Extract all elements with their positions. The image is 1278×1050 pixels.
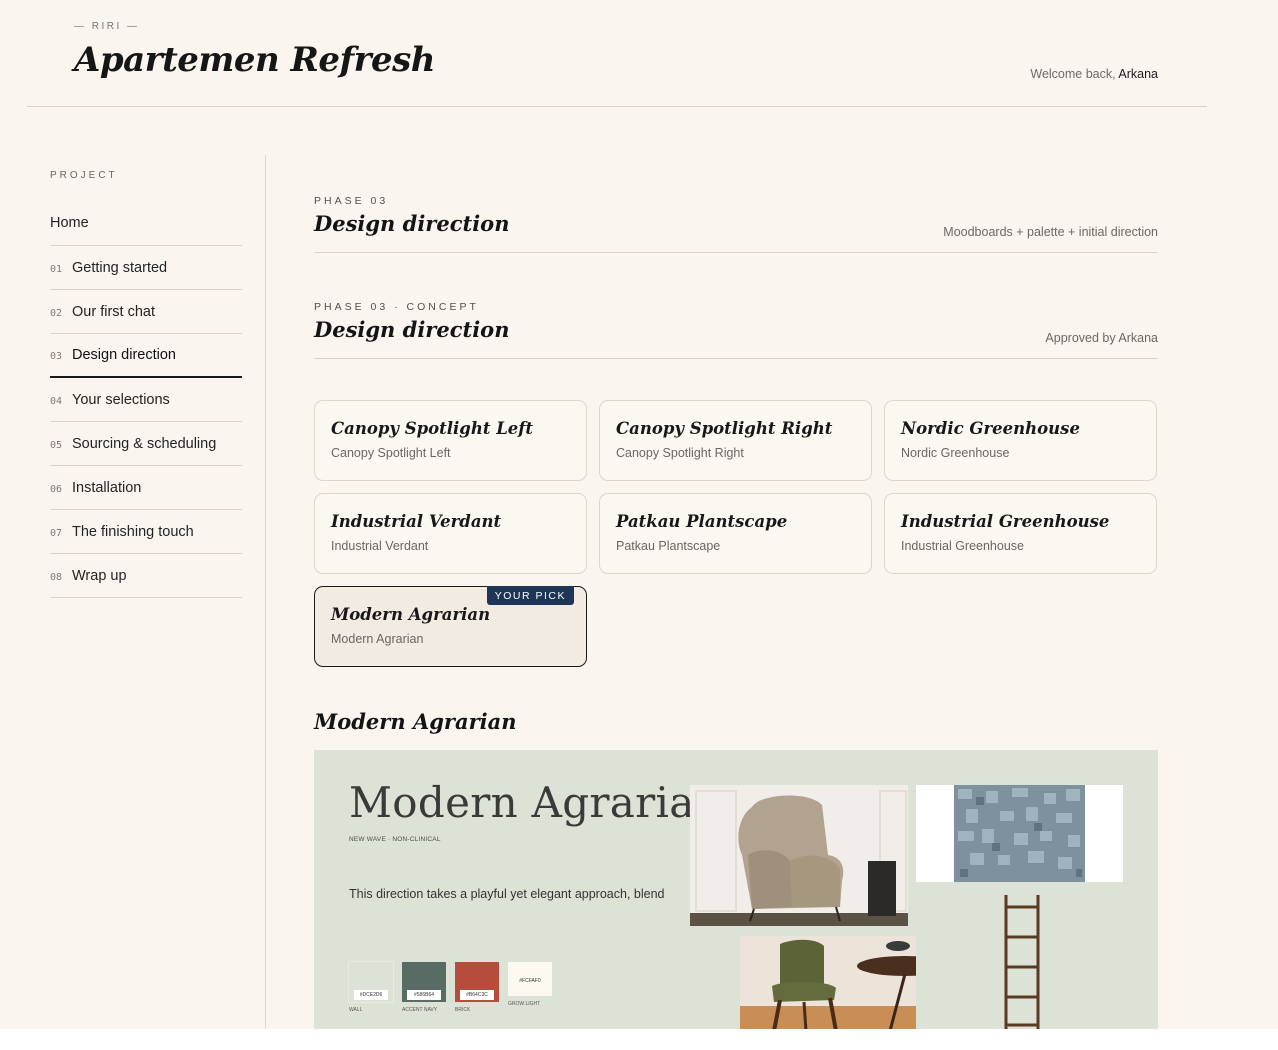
sidebar-item-number: 05 [50,439,63,451]
sidebar-item-number: 07 [50,527,63,539]
sidebar-item-label: Installation [72,479,142,496]
swatch-label: BRICK [455,1007,471,1013]
option-card[interactable]: Patkau Plantscape Patkau Plantscape [599,493,872,574]
app-title: Apartemen Refresh [74,40,436,80]
rug-illustration [916,785,1123,882]
concept-header: PHASE 03 · CONCEPT Design direction Appr… [314,296,1158,359]
phase-header: PHASE 03 Design direction Moodboards + p… [314,190,1158,253]
swatch-hex: #B64C3C [460,990,494,1000]
swatch-chip: #B64C3C [455,962,499,1002]
option-title: Modern Agrarian [331,605,491,624]
header-divider [27,106,1207,107]
swatch-chip: #586B64 [402,962,446,1002]
your-pick-badge: YOUR PICK [486,586,574,605]
sidebar-item-number: 02 [50,307,63,319]
option-card[interactable]: Canopy Spotlight Right Canopy Spotlight … [599,400,872,481]
ladder-image [998,891,1043,1029]
sidebar-item-label: Wrap up [72,567,127,584]
swatch-hex: #586B64 [407,990,441,1000]
sidebar-item-finishing-touch[interactable]: 07 The finishing touch [50,510,242,554]
swatch-label: GROW LIGHT [508,1001,541,1007]
option-subtitle: Industrial Verdant [331,539,429,553]
sidebar-divider [265,155,266,1029]
option-card[interactable]: Industrial Verdant Industrial Verdant [314,493,587,574]
swatch-label: WALL [349,1007,363,1013]
app-page: — RIRI — Apartemen Refresh Welcome back,… [0,0,1278,1029]
direction-options: Canopy Spotlight Left Canopy Spotlight L… [314,400,1158,667]
user-name[interactable]: Arkana [1118,67,1158,81]
moodboard-description: This direction takes a playful yet elega… [349,887,665,901]
sidebar-item-label: The finishing touch [72,523,194,540]
sidebar-item-label: Sourcing & scheduling [72,435,217,452]
sidebar-item-label: Your selections [72,391,170,408]
moodboard-tag: NEW WAVE · NON-CLINICAL [349,836,441,843]
sidebar: PROJECT Home 01 Getting started 02 Our f… [50,170,242,598]
option-subtitle: Nordic Greenhouse [901,446,1010,460]
swatch-label: ACCENT NAVY [402,1007,438,1013]
approval-status: Approved by Arkana [1045,331,1158,345]
moodboard-title: Modern Agrarian [349,778,722,827]
option-title: Industrial Greenhouse [901,512,1110,531]
concept-kicker: PHASE 03 · CONCEPT [314,301,479,313]
swatch-chip: #FCFAF0 [508,962,552,996]
swatch-chip: #DCE2D6 [348,961,394,1003]
rug-image [916,785,1123,882]
selected-direction-title: Modern Agrarian [314,709,517,734]
option-card-selected[interactable]: YOUR PICK Modern Agrarian Modern Agraria… [314,586,587,667]
welcome-prefix: Welcome back, [1030,67,1119,81]
sidebar-item-getting-started[interactable]: 01 Getting started [50,246,242,290]
option-title: Industrial Verdant [331,512,502,531]
sidebar-item-our-first-chat[interactable]: 02 Our first chat [50,290,242,334]
main-content: PHASE 03 Design direction Moodboards + p… [314,190,1158,734]
sidebar-item-installation[interactable]: 06 Installation [50,466,242,510]
phase-meta: Moodboards + palette + initial direction [943,225,1158,239]
option-card[interactable]: Canopy Spotlight Left Canopy Spotlight L… [314,400,587,481]
armchair-image [690,785,908,926]
sidebar-item-label: Getting started [72,259,168,276]
sidebar-item-number: 01 [50,263,63,275]
sidebar-item-label: Home [50,214,89,231]
sidebar-item-home[interactable]: Home [50,192,242,246]
option-card[interactable]: Industrial Greenhouse Industrial Greenho… [884,493,1157,574]
option-title: Nordic Greenhouse [901,419,1080,438]
swatch-hex: #FCFAF0 [519,978,541,984]
sidebar-item-design-direction[interactable]: 03 Design direction [50,334,242,378]
concept-title: Design direction [314,317,510,342]
option-subtitle: Patkau Plantscape [616,539,721,553]
dining-chair-image [740,936,916,1029]
swatch-hex: #DCE2D6 [354,990,388,1000]
palette-swatch: #DCE2D6 WALL [348,961,394,1013]
palette-swatch: #FCFAF0 GROW LIGHT [508,962,552,1007]
palette-swatch: #B64C3C BRICK [455,962,499,1013]
ladder-illustration [1004,895,1040,1029]
option-subtitle: Canopy Spotlight Left [331,446,451,460]
option-subtitle: Modern Agrarian [331,632,424,646]
option-title: Patkau Plantscape [616,512,788,531]
palette-swatch: #586B64 ACCENT NAVY [402,962,446,1013]
option-subtitle: Canopy Spotlight Right [616,446,744,460]
sidebar-item-wrap-up[interactable]: 08 Wrap up [50,554,242,598]
sidebar-item-your-selections[interactable]: 04 Your selections [50,378,242,422]
sidebar-item-sourcing-scheduling[interactable]: 05 Sourcing & scheduling [50,422,242,466]
welcome-message: Welcome back, Arkana [1030,67,1158,81]
moodboard: Modern Agrarian NEW WAVE · NON-CLINICAL … [314,750,1158,1029]
option-card[interactable]: Nordic Greenhouse Nordic Greenhouse [884,400,1157,481]
sidebar-item-number: 04 [50,395,63,407]
phase-kicker: PHASE 03 [314,195,389,207]
sidebar-heading: PROJECT [50,170,118,181]
option-subtitle: Industrial Greenhouse [901,539,1024,553]
brand-kicker: — RIRI — [74,21,140,32]
sidebar-item-number: 03 [50,351,63,362]
sidebar-item-label: Design direction [72,347,176,363]
sidebar-item-number: 08 [50,571,63,583]
dining-chair-illustration [740,936,916,1029]
option-title: Canopy Spotlight Left [331,419,534,438]
sidebar-item-label: Our first chat [72,303,155,320]
armchair-illustration [690,785,908,926]
option-title: Canopy Spotlight Right [616,419,833,438]
sidebar-item-number: 06 [50,483,63,495]
